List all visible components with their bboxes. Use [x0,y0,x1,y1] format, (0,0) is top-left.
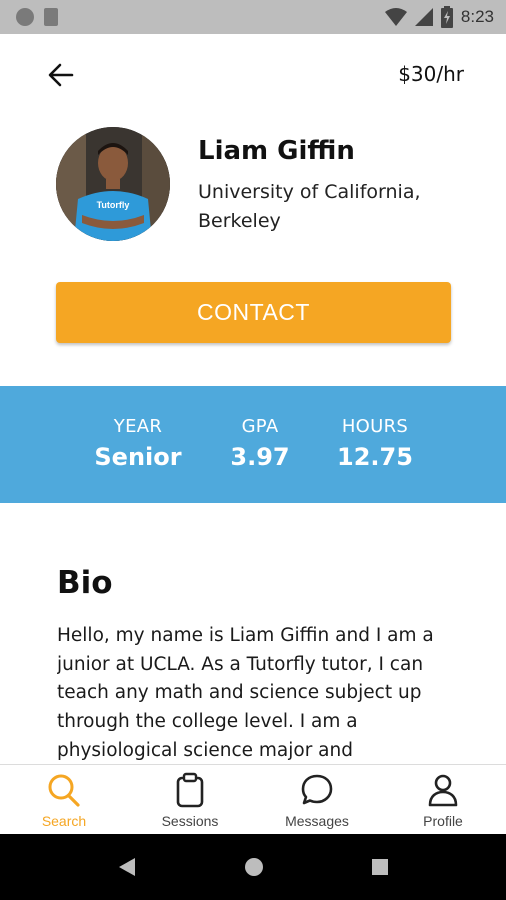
stat-year: YEAR Senior [78,416,198,471]
nav-item-search[interactable]: Search [14,771,114,833]
back-button[interactable] [44,58,78,92]
tutor-photo: Tutorfly [56,127,170,241]
stat-gpa-label: GPA [241,416,279,437]
sd-card-icon [44,8,58,26]
nav-item-profile[interactable]: Profile [393,771,493,833]
clipboard-icon [176,772,204,808]
system-back-icon[interactable] [117,856,137,878]
status-indicators: 8:23 [384,6,494,28]
shirt-logo-text: Tutorfly [97,200,130,210]
stat-year-label: YEAR [113,416,163,437]
status-time: 8:23 [460,7,494,26]
system-nav-bar [0,834,506,900]
stat-gpa: GPA 3.97 [205,416,315,471]
stat-hours-value: 12.75 [337,443,413,471]
stat-hours: HOURS 12.75 [320,416,430,471]
bottom-nav: Search Sessions Messages Profile [0,764,506,834]
tutor-name: Liam Giffin [198,136,355,166]
stats-band: YEAR Senior GPA 3.97 HOURS 12.75 [0,386,506,503]
search-icon [48,774,80,807]
signal-icon [414,8,433,26]
avatar: Tutorfly [56,127,170,241]
nav-label-sessions: Sessions [161,813,219,829]
nav-item-sessions[interactable]: Sessions [140,771,240,833]
bio-text: Hello, my name is Liam Giffin and I am a… [57,625,434,761]
bio-heading: Bio [57,565,113,601]
nav-label-search: Search [41,813,87,829]
nav-label-messages: Messages [285,813,349,829]
tutor-school: University of California, Berkeley [198,181,421,232]
chat-bubble-icon [301,774,333,805]
stat-year-value: Senior [94,443,182,471]
notification-dot-icon [16,8,34,26]
battery-icon [440,6,453,28]
nav-label-profile: Profile [423,813,463,829]
stat-hours-label: HOURS [341,416,409,437]
back-arrow-icon [48,63,74,87]
person-icon [428,774,458,807]
system-home-icon[interactable] [243,856,265,878]
hourly-rate: $30/hr [398,62,464,86]
wifi-icon [384,8,407,26]
status-bar: 8:23 [0,0,506,34]
nav-item-messages[interactable]: Messages [267,771,367,833]
contact-button[interactable]: CONTACT [56,282,451,343]
stat-gpa-value: 3.97 [230,443,290,471]
status-notifications [16,8,58,26]
system-recents-icon[interactable] [370,856,390,878]
